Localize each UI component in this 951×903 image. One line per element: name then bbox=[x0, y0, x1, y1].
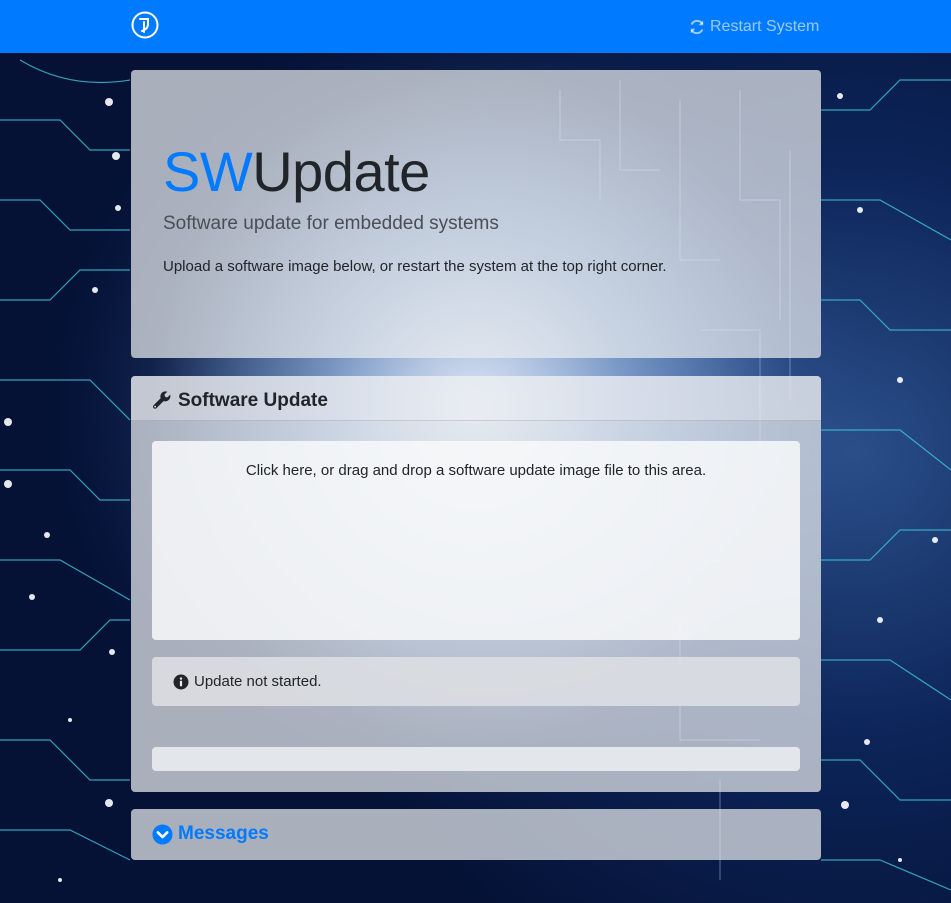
file-dropzone[interactable]: Click here, or drag and drop a software … bbox=[152, 441, 800, 640]
software-update-card-header: Software Update bbox=[131, 376, 821, 421]
page-subtitle: Software update for embedded systems bbox=[163, 213, 499, 234]
info-icon bbox=[173, 674, 189, 689]
page-root: Restart System SWUpdate Software update … bbox=[0, 0, 951, 903]
messages-title: Messages bbox=[178, 823, 269, 844]
software-update-card: Software Update Click here, or drag and … bbox=[131, 376, 821, 792]
update-status-text: Update not started. bbox=[194, 673, 322, 690]
intro-text: Upload a software image below, or restar… bbox=[163, 258, 667, 275]
top-navbar: Restart System bbox=[0, 0, 951, 53]
restart-system-label: Restart System bbox=[710, 18, 820, 35]
chevron-down-icon bbox=[152, 824, 173, 845]
page-title-suffix: Update bbox=[252, 140, 430, 203]
dropzone-message: Click here, or drag and drop a software … bbox=[245, 462, 707, 479]
intro-jumbotron: SWUpdate Software update for embedded sy… bbox=[131, 70, 821, 358]
update-status-alert: Update not started. bbox=[152, 657, 800, 706]
update-progress-bar bbox=[152, 747, 800, 771]
messages-card[interactable]: Messages bbox=[131, 809, 821, 860]
page-title: SWUpdate bbox=[163, 140, 430, 204]
swupdate-logo-icon[interactable] bbox=[131, 11, 159, 39]
wrench-icon bbox=[153, 391, 171, 409]
restart-system-button[interactable]: Restart System bbox=[688, 16, 819, 38]
software-update-title: Software Update bbox=[178, 390, 328, 411]
refresh-icon bbox=[690, 19, 704, 35]
page-title-prefix: SW bbox=[163, 140, 253, 203]
